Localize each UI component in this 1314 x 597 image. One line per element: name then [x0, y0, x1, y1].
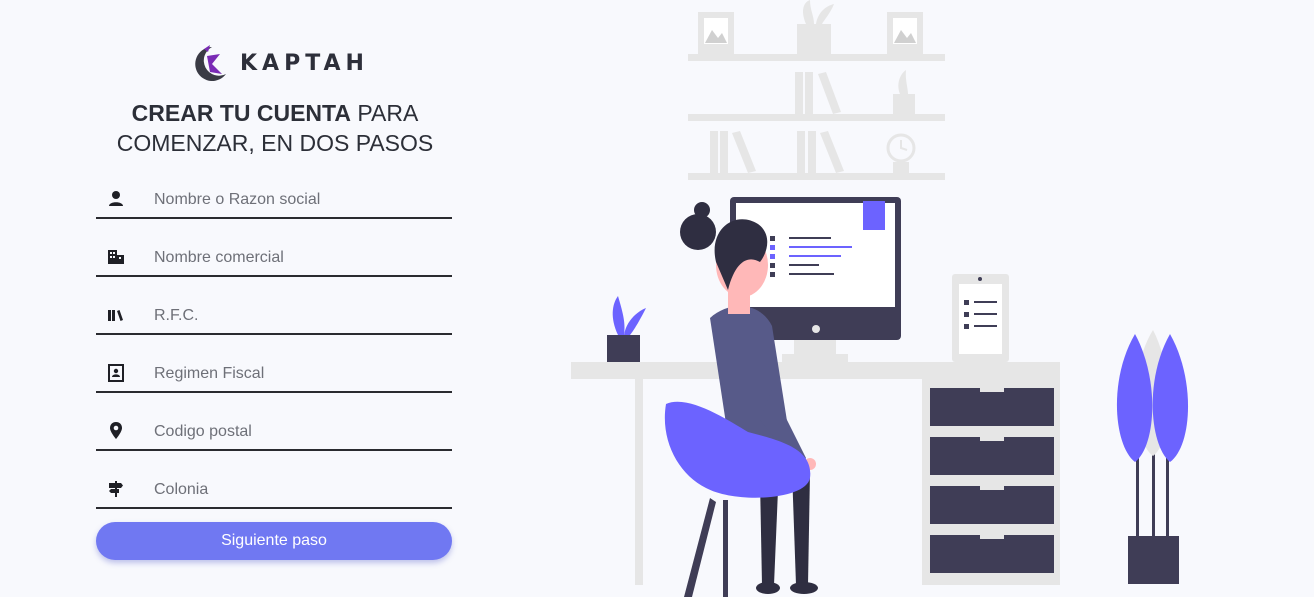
- postal-code-input[interactable]: [152, 417, 446, 447]
- desk-illustration: [571, 362, 1060, 585]
- building-icon: [108, 250, 124, 264]
- workspace-illustration: [571, 0, 1189, 597]
- trade-name-field: [96, 239, 452, 277]
- signup-panel: KAPTAH CREAR TU CUENTA PARA COMENZAR, EN…: [0, 0, 560, 597]
- signpost-icon: [109, 481, 123, 497]
- neighborhood-input[interactable]: [152, 475, 446, 505]
- title-normal-1: PARA: [351, 100, 419, 126]
- desk-plant-illustration: [607, 296, 646, 362]
- title-normal-2: COMENZAR, EN DOS PASOS: [116, 130, 434, 156]
- floor-plant-illustration: [1116, 330, 1189, 584]
- person-icon: [109, 191, 123, 206]
- brand-name: KAPTAH: [240, 50, 369, 76]
- books-icon: [108, 310, 123, 321]
- next-step-button[interactable]: Siguiente paso: [96, 522, 452, 560]
- business-name-input[interactable]: [152, 185, 446, 215]
- rfc-field: [96, 297, 452, 335]
- tax-regime-field: [96, 355, 452, 393]
- location-pin-icon: [110, 422, 122, 439]
- tax-regime-input[interactable]: [152, 359, 446, 389]
- business-name-field: [96, 181, 452, 219]
- postal-code-field: [96, 413, 452, 451]
- title-bold: CREAR TU CUENTA: [131, 100, 351, 126]
- rfc-input[interactable]: [152, 301, 446, 331]
- kaptah-logo-icon: [195, 45, 226, 81]
- neighborhood-field: [96, 471, 452, 509]
- shelves-illustration: [688, 0, 945, 180]
- brand-logo: KAPTAH: [190, 42, 369, 84]
- page-title: CREAR TU CUENTA PARA COMENZAR, EN DOS PA…: [80, 98, 470, 158]
- tablet-illustration: [952, 274, 1009, 362]
- id-card-icon: [108, 364, 124, 382]
- trade-name-input[interactable]: [152, 243, 446, 273]
